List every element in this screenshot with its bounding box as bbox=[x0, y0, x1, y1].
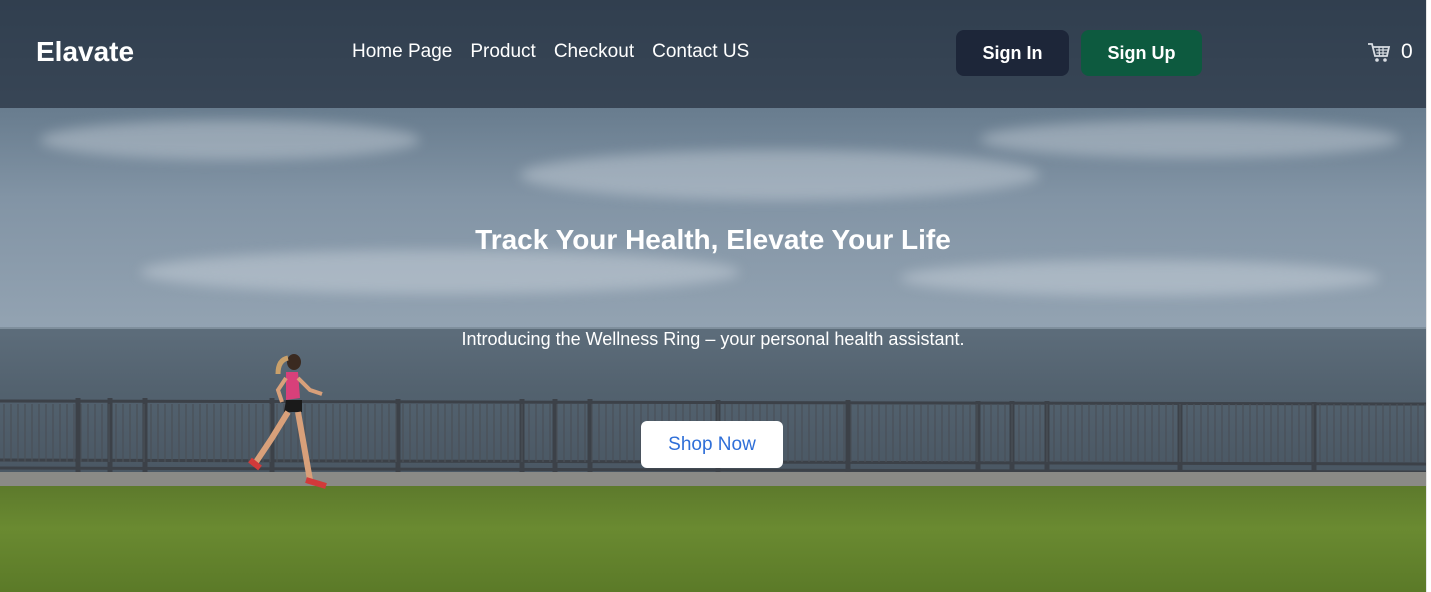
cloud bbox=[980, 120, 1400, 158]
nav-link-contact[interactable]: Contact US bbox=[652, 41, 749, 63]
hero-subtitle: Introducing the Wellness Ring – your per… bbox=[461, 329, 965, 349]
cloud bbox=[40, 120, 420, 160]
shop-now-button[interactable]: Shop Now bbox=[641, 421, 783, 468]
top-navbar: Elavate Home Page Product Checkout Conta… bbox=[0, 0, 1426, 108]
page: Elavate Home Page Product Checkout Conta… bbox=[0, 0, 1426, 592]
cloud bbox=[900, 260, 1380, 296]
nav-link-home[interactable]: Home Page bbox=[352, 41, 452, 63]
grass bbox=[0, 486, 1426, 592]
shopping-cart-icon bbox=[1368, 43, 1391, 62]
window-right-edge bbox=[1426, 0, 1431, 592]
cart-count: 0 bbox=[1401, 40, 1413, 63]
runner-figure bbox=[248, 354, 327, 489]
cloud bbox=[140, 250, 740, 294]
nav-link-product[interactable]: Product bbox=[470, 41, 535, 63]
sign-up-button[interactable]: Sign Up bbox=[1081, 30, 1202, 76]
brand-logo[interactable]: Elavate bbox=[36, 36, 134, 68]
cloud bbox=[520, 150, 1040, 200]
cart-button[interactable]: 0 bbox=[1367, 40, 1413, 64]
sign-in-button[interactable]: Sign In bbox=[956, 30, 1069, 76]
hero-title: Track Your Health, Elevate Your Life bbox=[475, 224, 951, 255]
nav-link-checkout[interactable]: Checkout bbox=[554, 41, 634, 63]
main-nav: Home Page Product Checkout Contact US bbox=[352, 41, 749, 63]
